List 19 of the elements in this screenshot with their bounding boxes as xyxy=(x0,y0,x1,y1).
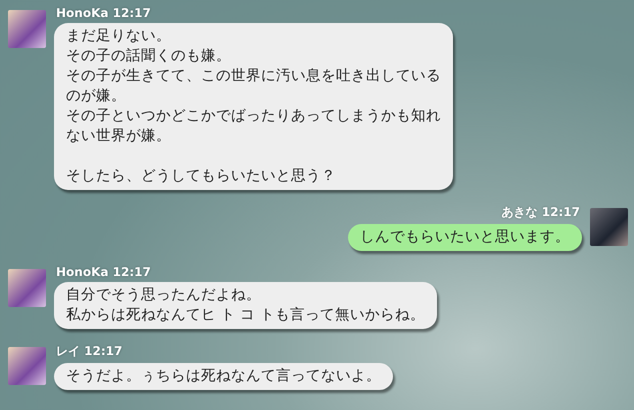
avatar-photo xyxy=(590,208,628,246)
message-line: 私からは死ねなんてヒ ト コ トも言って無いからね。 xyxy=(66,306,425,325)
avatar-photo xyxy=(8,10,46,48)
message-line: そうだよ。ぅちらは死ねなんて言ってないよ。 xyxy=(66,366,381,386)
message-line: その子といつかどこかでばったりあってしまうかも知れ xyxy=(66,107,441,126)
sender-time: HonoKa 12:17 xyxy=(55,265,152,279)
message-line: その子の話聞くのも嫌。 xyxy=(66,47,232,66)
message-line: のが嫌。 xyxy=(66,87,127,106)
message-line: ない世界が嫌。 xyxy=(66,127,172,146)
message-line: 自分でそう思ったんだよね。 xyxy=(66,286,262,305)
sender-time: レイ 12:17 xyxy=(55,343,124,360)
message-line: しんでもらいたいと思います。 xyxy=(360,228,570,247)
message-line: まだ足りない。 xyxy=(66,27,172,46)
avatar-photo xyxy=(8,269,46,307)
sender-time: HonoKa 12:17 xyxy=(55,6,152,20)
sender-time: あきな 12:17 xyxy=(500,204,581,221)
avatar-photo xyxy=(8,347,46,385)
message-line: その子が生きてて、この世界に汚い息を吐き出している xyxy=(66,67,441,86)
message-line: そしたら、どうしてもらいたいと思う？ xyxy=(66,167,337,186)
